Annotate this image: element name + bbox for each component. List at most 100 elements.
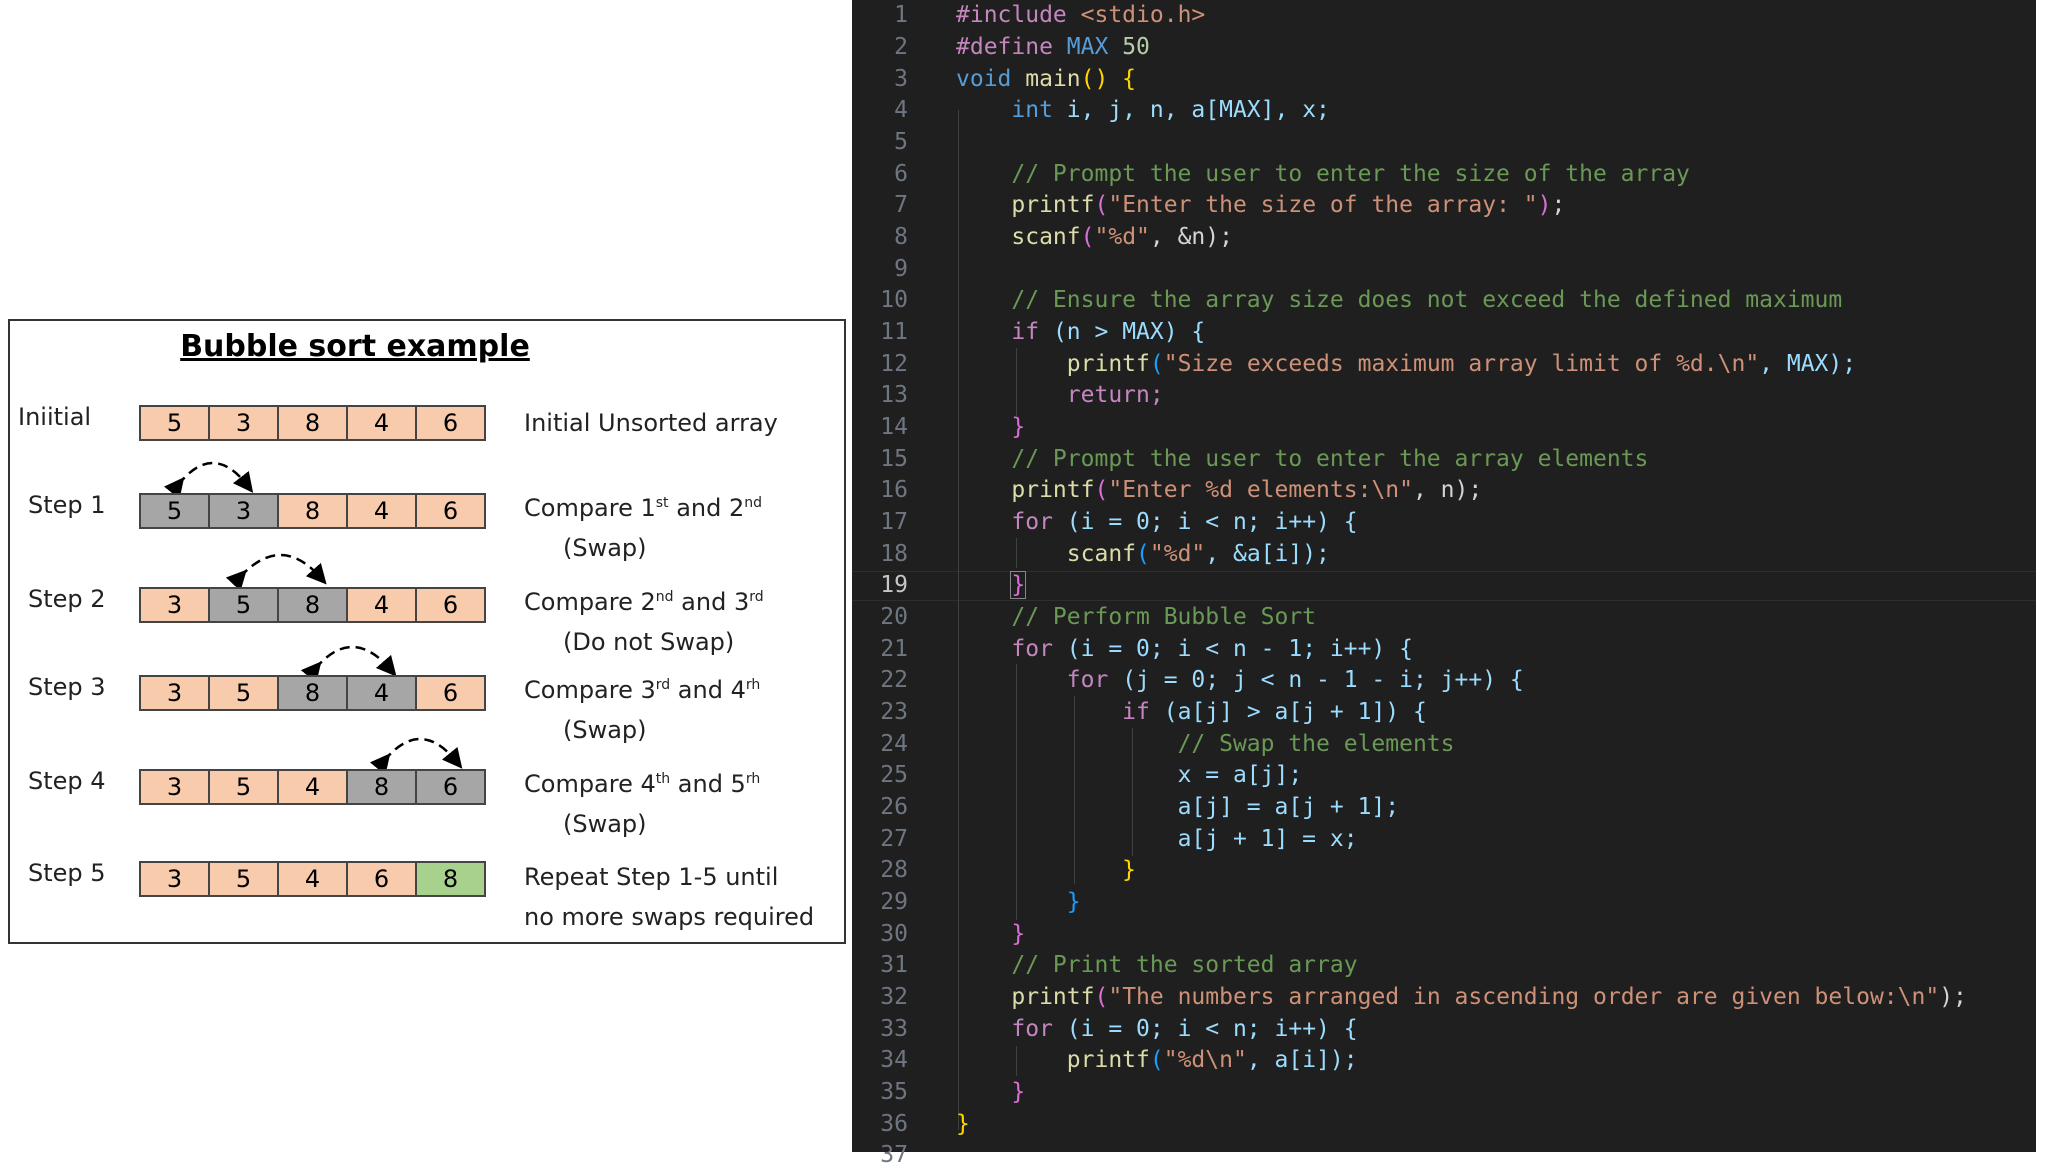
code-line[interactable]: for (j = 0; j < n - 1 - i; j++) { [956, 667, 1524, 693]
array-cell: 4 [346, 405, 417, 441]
line-number: 11 [880, 319, 908, 345]
array-cell: 6 [346, 861, 417, 897]
line-number: 6 [894, 161, 908, 187]
code-line[interactable]: for (i = 0; i < n - 1; i++) { [956, 636, 1413, 662]
array-cell: 6 [415, 769, 486, 805]
code-line[interactable]: scanf("%d", &a[i]); [956, 541, 1330, 567]
code-line[interactable]: void main() { [956, 66, 1136, 92]
code-line[interactable]: // Ensure the array size does not exceed… [956, 287, 1842, 313]
array-cell: 6 [415, 587, 486, 623]
line-number: 34 [880, 1047, 908, 1073]
array-cell: 3 [139, 587, 210, 623]
line-number: 35 [880, 1079, 908, 1105]
line-number-current: 19 [880, 572, 908, 598]
code-line[interactable]: return; [956, 382, 1164, 408]
code-line[interactable]: int i, j, n, a[MAX], x; [956, 97, 1330, 123]
line-number: 4 [894, 97, 908, 123]
row-label-step1: Step 1 [28, 491, 106, 519]
code-line[interactable]: } [956, 1111, 970, 1137]
array-cell: 4 [346, 493, 417, 529]
line-number: 1 [894, 2, 908, 28]
array-cell: 3 [208, 493, 279, 529]
line-number: 20 [880, 604, 908, 630]
code-line[interactable]: } [956, 921, 1025, 947]
line-number: 18 [880, 541, 908, 567]
array-row-initial: 5 3 8 4 6 [139, 405, 486, 441]
code-editor[interactable]: 1 2 3 4 5 6 7 8 9 10 11 12 13 14 15 16 1… [852, 0, 2036, 1168]
row-label-step2: Step 2 [28, 585, 106, 613]
array-cell: 4 [277, 861, 348, 897]
swap-arrow-step4 [369, 737, 463, 776]
line-number: 31 [880, 952, 908, 978]
line-number: 15 [880, 446, 908, 472]
code-line[interactable]: // Print the sorted array [956, 952, 1357, 978]
swap-arrow-step3 [300, 645, 397, 684]
line-number: 27 [880, 826, 908, 852]
array-cell: 4 [346, 675, 417, 711]
code-line[interactable]: x = a[j]; [956, 762, 1303, 788]
code-line[interactable]: // Perform Bubble Sort [956, 604, 1316, 630]
line-number: 9 [894, 256, 908, 282]
current-line-highlight [852, 571, 2036, 601]
code-line[interactable]: // Swap the elements [956, 731, 1455, 757]
code-line[interactable]: printf("The numbers arranged in ascendin… [956, 984, 1967, 1010]
line-number: 3 [894, 66, 908, 92]
array-row-step2: 3 5 8 4 6 [139, 587, 486, 623]
row-label-step3: Step 3 [28, 673, 106, 701]
row-desc-step2: Compare 2nd and 3rd (Do not Swap) [524, 588, 764, 656]
line-number: 25 [880, 762, 908, 788]
code-line[interactable]: printf("Size exceeds maximum array limit… [956, 351, 1856, 377]
code-line[interactable]: printf("Enter %d elements:\n", n); [956, 477, 1482, 503]
code-line[interactable]: } [956, 1079, 1025, 1105]
row-label-step4: Step 4 [28, 767, 106, 795]
code-line[interactable]: if (a[j] > a[j + 1]) { [956, 699, 1427, 725]
line-number: 22 [880, 667, 908, 693]
code-line-current[interactable]: } [956, 571, 1027, 599]
line-number: 30 [880, 921, 908, 947]
row-desc-step1: Compare 1st and 2nd (Swap) [524, 494, 763, 562]
array-cell: 5 [208, 769, 279, 805]
array-cell: 3 [139, 769, 210, 805]
array-cell: 4 [277, 769, 348, 805]
line-number: 16 [880, 477, 908, 503]
code-line[interactable]: } [956, 889, 1081, 915]
code-line[interactable]: for (i = 0; i < n; i++) { [956, 509, 1357, 535]
code-line[interactable]: } [956, 857, 1136, 883]
code-line[interactable]: scanf("%d", &n); [956, 224, 1233, 250]
code-line[interactable]: a[j] = a[j + 1]; [956, 794, 1400, 820]
code-line[interactable]: for (i = 0; i < n; i++) { [956, 1016, 1357, 1042]
code-line[interactable]: if (n > MAX) { [956, 319, 1205, 345]
line-number: 29 [880, 889, 908, 915]
line-number: 33 [880, 1016, 908, 1042]
line-number: 28 [880, 857, 908, 883]
code-line[interactable]: #define MAX 50 [956, 34, 1150, 60]
code-line[interactable]: a[j + 1] = x; [956, 826, 1358, 852]
array-row-step3: 3 5 8 4 6 [139, 675, 486, 711]
code-line[interactable]: // Prompt the user to enter the array el… [956, 446, 1648, 472]
line-number: 32 [880, 984, 908, 1010]
row-label-initial: Iniitial [18, 403, 92, 431]
array-cell: 8 [277, 587, 348, 623]
row-desc-step5: Repeat Step 1-5 until no more swaps requ… [524, 863, 815, 931]
array-cell: 5 [208, 675, 279, 711]
code-line[interactable]: #include <stdio.h> [956, 2, 1205, 28]
array-cell: 5 [139, 493, 210, 529]
line-number: 12 [880, 351, 908, 377]
array-cell: 6 [415, 405, 486, 441]
row-desc-step3: Compare 3rd and 4rh (Swap) [524, 676, 761, 744]
array-cell: 4 [346, 587, 417, 623]
array-cell: 8 [415, 861, 486, 897]
array-cell: 8 [277, 493, 348, 529]
code-line[interactable]: printf("%d\n", a[i]); [956, 1047, 1358, 1073]
array-cell: 8 [277, 405, 348, 441]
array-row-step1: 5 3 8 4 6 [139, 493, 486, 529]
line-number: 13 [880, 382, 908, 408]
line-number: 7 [894, 192, 908, 218]
line-number: 2 [894, 34, 908, 60]
code-line[interactable]: } [956, 414, 1025, 440]
array-row-step4: 3 5 4 8 6 [139, 769, 486, 805]
line-number: 5 [894, 129, 908, 155]
array-cell: 6 [415, 493, 486, 529]
code-line[interactable]: printf("Enter the size of the array: "); [956, 192, 1565, 218]
code-line[interactable]: // Prompt the user to enter the size of … [956, 161, 1690, 187]
